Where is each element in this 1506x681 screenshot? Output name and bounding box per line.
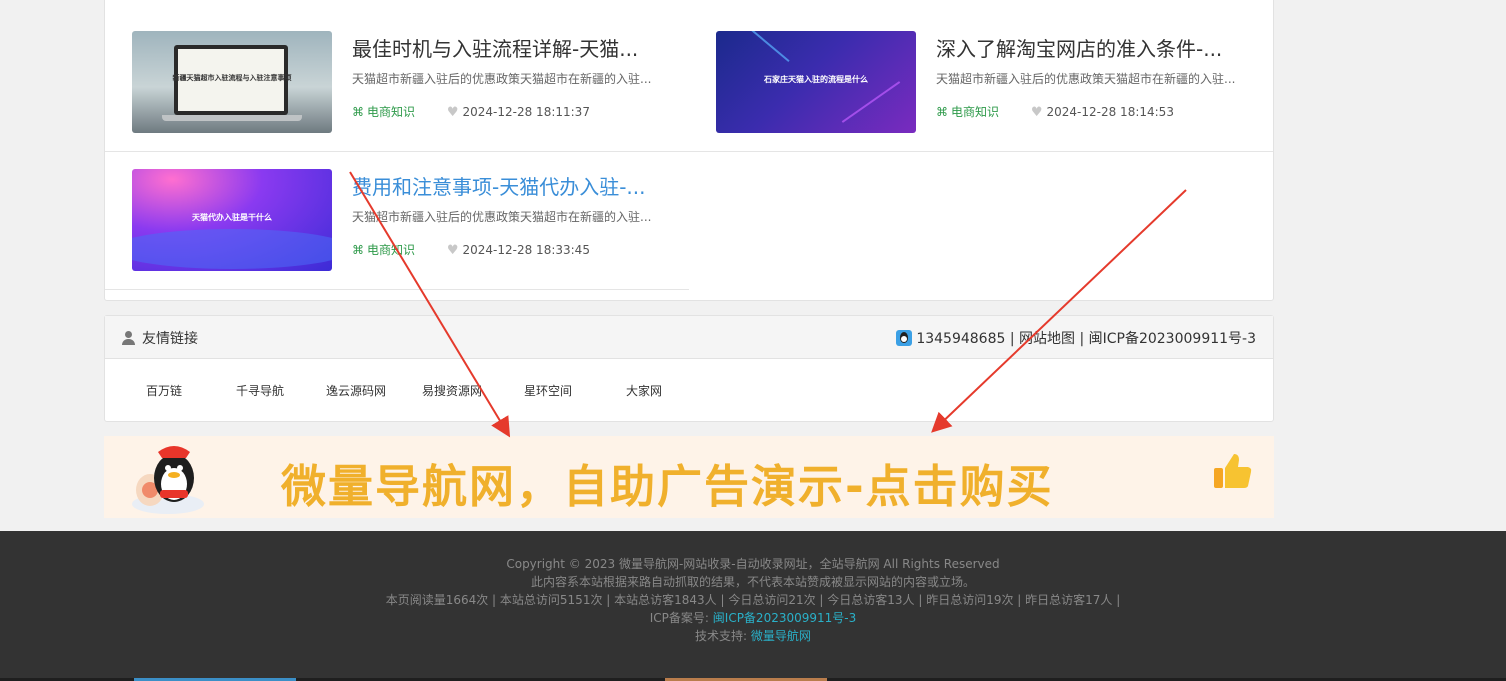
footer-disclaimer: 此内容系本站根据来路自动抓取的结果，不代表本站赞成被显示网站的内容或立场。 (530, 575, 975, 589)
friend-link[interactable]: 逸云源码网 (326, 382, 386, 399)
support-link[interactable]: 微量导航网 (751, 629, 811, 643)
article-desc: 天猫超市新疆入驻后的优惠政策天猫超市在新疆的入驻... (352, 210, 652, 224)
heart-icon: ♥ (446, 104, 459, 120)
article-date: ♥ 2024-12-28 18:33:45 (446, 242, 590, 258)
penguin-mascot-icon (132, 446, 204, 514)
heart-icon: ♥ (446, 242, 459, 258)
article-title[interactable]: 深入了解淘宝网店的准入条件-... (936, 33, 1246, 62)
article-category[interactable]: ⌘ 电商知识 (936, 103, 999, 120)
article-panel: 新疆天猫超市入驻流程与入驻注意事项 最佳时机与入驻流程详解-天猫... 天猫超市… (104, 0, 1274, 301)
contact-info[interactable]: 1345948685 | 网站地图 | 闽ICP备2023009911号-3 (896, 328, 1256, 348)
footer-copyright: Copyright © 2023 微量导航网-网站收录-自动收录网址，全站导航网… (506, 557, 1000, 571)
clover-icon: ⌘ (936, 104, 948, 119)
thumbnail-caption: 天猫代办入驻是干什么 (192, 213, 272, 222)
thumbs-up-icon (1214, 454, 1252, 488)
friend-link[interactable]: 易搜资源网 (422, 382, 482, 399)
friend-links-title: 友情链接 (121, 328, 198, 348)
footer: Copyright © 2023 微量导航网-网站收录-自动收录网址，全站导航网… (0, 531, 1506, 681)
icp-link[interactable]: 闽ICP备2023009911号-3 (713, 611, 856, 625)
article-item[interactable]: 新疆天猫超市入驻流程与入驻注意事项 最佳时机与入驻流程详解-天猫... 天猫超市… (105, 14, 689, 152)
thumbnail-caption: 新疆天猫超市入驻流程与入驻注意事项 (172, 74, 292, 82)
ad-banner[interactable]: 微量导航网，自助广告演示-点击购买 (104, 436, 1274, 518)
article-title[interactable]: 费用和注意事项-天猫代办入驻-... (352, 171, 662, 200)
friend-link[interactable]: 大家网 (626, 382, 662, 399)
article-thumbnail[interactable]: 石家庄天猫入驻的流程是什么 (716, 31, 916, 133)
thumbnail-caption: 石家庄天猫入驻的流程是什么 (764, 75, 868, 84)
article-date: ♥ 2024-12-28 18:14:53 (1030, 104, 1174, 120)
user-icon (121, 330, 137, 346)
article-thumbnail[interactable]: 新疆天猫超市入驻流程与入驻注意事项 (132, 31, 332, 133)
heart-icon: ♥ (1030, 104, 1043, 120)
friend-link[interactable]: 千寻导航 (236, 382, 284, 399)
article-category[interactable]: ⌘ 电商知识 (352, 241, 415, 258)
clover-icon: ⌘ (352, 104, 364, 119)
article-meta: ⌘ 电商知识 ♥ 2024-12-28 18:11:37 (352, 103, 590, 120)
footer-icp: ICP备案号: 闽ICP备2023009911号-3 (649, 611, 857, 625)
article-desc: 天猫超市新疆入驻后的优惠政策天猫超市在新疆的入驻... (352, 72, 652, 86)
article-item[interactable]: 天猫代办入驻是干什么 费用和注意事项-天猫代办入驻-... 天猫超市新疆入驻后的… (105, 152, 689, 290)
friend-link[interactable]: 百万链 (146, 382, 182, 399)
article-meta: ⌘ 电商知识 ♥ 2024-12-28 18:33:45 (352, 241, 590, 258)
friend-links-panel: 友情链接 1345948685 | 网站地图 | 闽ICP备2023009911… (104, 315, 1274, 422)
article-date: ♥ 2024-12-28 18:11:37 (446, 104, 590, 120)
article-title[interactable]: 最佳时机与入驻流程详解-天猫... (352, 33, 662, 62)
friend-link[interactable]: 星环空间 (524, 382, 572, 399)
footer-stats: 本页阅读量1664次 | 本站总访问5151次 | 本站总访客1843人 | 今… (385, 593, 1121, 607)
clover-icon: ⌘ (352, 242, 364, 257)
article-meta: ⌘ 电商知识 ♥ 2024-12-28 18:14:53 (936, 103, 1174, 120)
footer-support: 技术支持: 微量导航网 (695, 629, 811, 643)
ad-text[interactable]: 微量导航网，自助广告演示-点击购买 (281, 450, 1054, 515)
article-desc: 天猫超市新疆入驻后的优惠政策天猫超市在新疆的入驻... (936, 72, 1236, 86)
article-category[interactable]: ⌘ 电商知识 (352, 103, 415, 120)
article-thumbnail[interactable]: 天猫代办入驻是干什么 (132, 169, 332, 271)
friend-links-header: 友情链接 1345948685 | 网站地图 | 闽ICP备2023009911… (105, 316, 1273, 359)
qq-icon[interactable] (896, 330, 913, 346)
article-item[interactable]: 石家庄天猫入驻的流程是什么 深入了解淘宝网店的准入条件-... 天猫超市新疆入驻… (689, 14, 1273, 152)
